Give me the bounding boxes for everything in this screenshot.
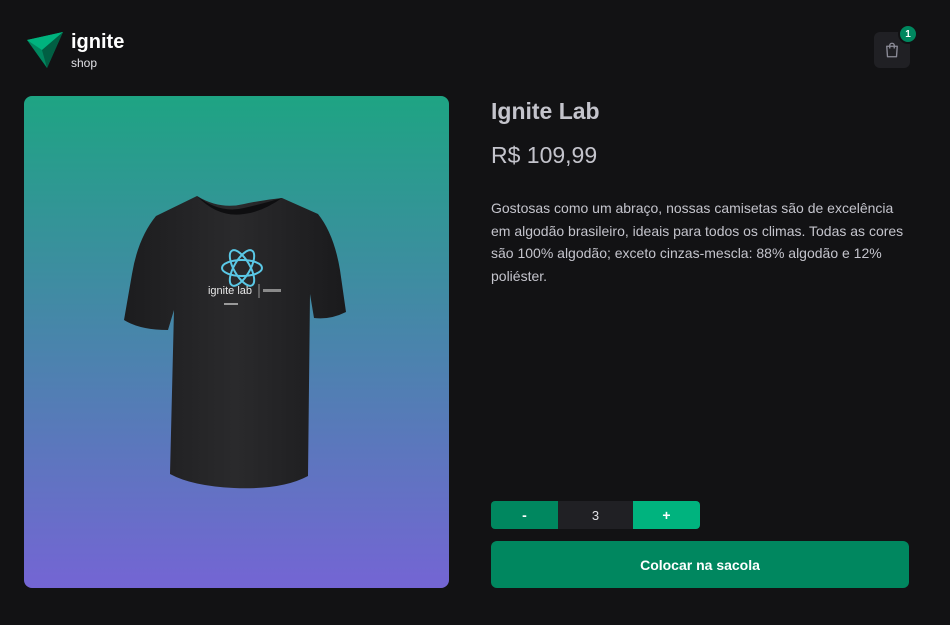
product-image-container: ignite lab <box>24 96 449 588</box>
shirt-print-text: ignite lab <box>207 285 251 297</box>
ignite-logo-icon <box>27 32 63 68</box>
decrease-quantity-button[interactable]: - <box>491 501 558 529</box>
logo[interactable]: ignite shop <box>25 30 124 70</box>
t-shirt-image: ignite lab <box>123 195 346 488</box>
logo-subtitle: shop <box>71 56 98 70</box>
add-to-bag-button[interactable]: Colocar na sacola <box>491 541 909 588</box>
cart-count-badge: 1 <box>898 24 918 44</box>
product-details: Ignite Lab R$ 109,99 Gostosas como um ab… <box>491 96 909 588</box>
quantity-value[interactable]: 3 <box>558 501 633 529</box>
shopping-bag-icon <box>886 42 898 58</box>
product-price: R$ 109,99 <box>491 142 598 168</box>
increase-quantity-button[interactable]: + <box>633 501 700 529</box>
product-title: Ignite Lab <box>491 98 600 124</box>
product-description: Gostosas como um abraço, nossas camiseta… <box>491 200 904 284</box>
cart-button[interactable]: 1 <box>874 24 918 68</box>
header: ignite shop 1 <box>25 24 918 72</box>
logo-title: ignite <box>71 31 125 53</box>
quantity-stepper: - 3 + <box>491 501 700 529</box>
